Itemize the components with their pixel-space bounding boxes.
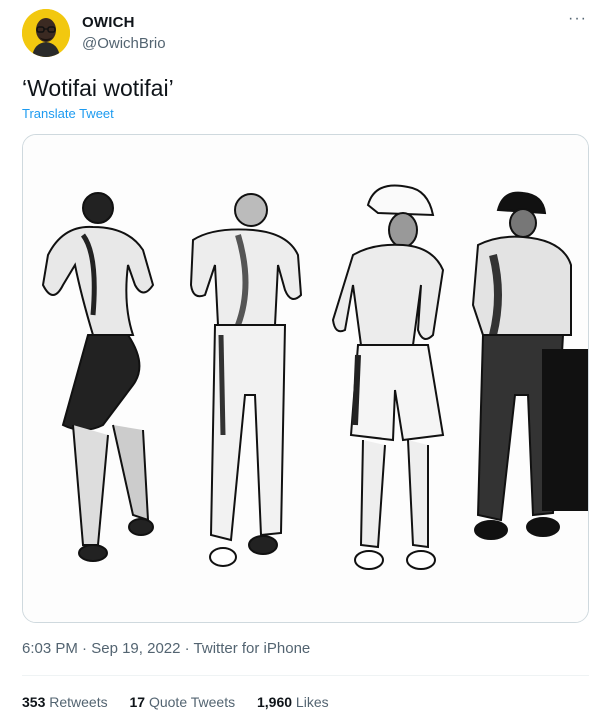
dancing-men-illustration: [23, 135, 588, 622]
avatar-image: [22, 9, 70, 57]
tweet-stats: 353 Retweets 17 Quote Tweets 1,960 Likes: [22, 694, 347, 710]
tweet-text: ‘Wotifai wotifai’: [22, 75, 174, 101]
tweet-media-image[interactable]: [22, 134, 589, 623]
meta-separator: ·: [180, 640, 194, 657]
quote-tweets-label: Quote Tweets: [145, 694, 236, 710]
likes-link[interactable]: 1,960 Likes: [257, 694, 329, 710]
tweet-date-link[interactable]: Sep 19, 2022: [91, 640, 180, 657]
meta-separator: ·: [77, 640, 92, 657]
retweets-label: Retweets: [45, 694, 108, 710]
tweet-time-link[interactable]: 6:03 PM: [22, 640, 78, 657]
quote-tweets-link[interactable]: 17 Quote Tweets: [130, 694, 236, 710]
avatar[interactable]: [22, 9, 70, 57]
more-options-icon[interactable]: ···: [568, 10, 587, 28]
author-name[interactable]: OWICH: [82, 14, 135, 31]
divider: [22, 675, 589, 676]
tweet-source: Twitter for iPhone: [193, 640, 311, 657]
tweet: OWICH @OwichBrio ··· ‘Wotifai wotifai’ T…: [0, 0, 611, 714]
author-handle[interactable]: @OwichBrio: [82, 35, 166, 52]
tweet-meta: 6:03 PM · Sep 19, 2022 · Twitter for iPh…: [22, 640, 310, 657]
retweets-link[interactable]: 353 Retweets: [22, 694, 108, 710]
retweets-count: 353: [22, 694, 46, 710]
translate-tweet-link[interactable]: Translate Tweet: [22, 106, 114, 121]
likes-label: Likes: [292, 694, 329, 710]
likes-count: 1,960: [256, 694, 293, 710]
quote-tweets-count: 17: [129, 694, 146, 710]
